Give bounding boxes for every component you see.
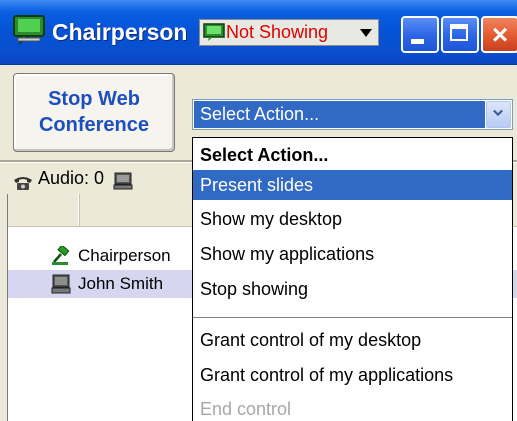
phone-icon	[12, 171, 34, 191]
menu-item-show-my-desktop[interactable]: Show my desktop	[193, 204, 512, 234]
monitor-icon	[203, 23, 225, 42]
dropdown-arrow-icon	[360, 29, 372, 37]
action-dropdown-list[interactable]: Select Action... Present slides Show my …	[192, 137, 513, 421]
show-status-dropdown[interactable]: Not Showing	[199, 19, 379, 46]
title-bar[interactable]: Chairperson Not Showing ×	[0, 0, 517, 65]
window-title: Chairperson	[52, 19, 188, 45]
minimize-icon	[411, 39, 424, 44]
close-button[interactable]: ×	[481, 16, 517, 53]
close-icon: ×	[491, 19, 509, 50]
audio-count-label: Audio: 0	[38, 168, 105, 188]
computer-icon	[50, 274, 72, 294]
menu-item-select-action[interactable]: Select Action...	[193, 140, 512, 170]
menu-item-present-slides[interactable]: Present slides	[193, 170, 512, 200]
action-select-dropdown-button[interactable]	[486, 101, 511, 128]
minimize-button[interactable]	[401, 16, 439, 53]
app-window: Chairperson Not Showing × Stop Web Confe…	[0, 0, 517, 421]
audio-status: Audio: 0	[12, 164, 202, 192]
menu-item-grant-control-desktop[interactable]: Grant control of my desktop	[193, 325, 512, 355]
menu-separator	[193, 317, 512, 318]
menu-item-stop-showing[interactable]: Stop showing	[193, 274, 512, 304]
maximize-icon	[450, 24, 468, 41]
menu-item-grant-control-applications[interactable]: Grant control of my applications	[193, 360, 512, 390]
chevron-down-icon	[493, 109, 503, 117]
gavel-icon	[50, 244, 72, 266]
computer-icon	[113, 170, 133, 190]
menu-item-show-my-applications[interactable]: Show my applications	[193, 239, 512, 269]
participant-name: Chairperson	[78, 246, 171, 265]
show-status-text: Not Showing	[226, 22, 329, 42]
maximize-button[interactable]	[441, 16, 479, 53]
monitor-chat-icon	[12, 14, 46, 46]
stop-web-conference-button[interactable]: Stop Web Conference	[13, 73, 175, 152]
menu-item-end-control: End control	[200, 399, 292, 419]
action-select[interactable]: Select Action...	[192, 99, 513, 130]
action-select-value: Select Action...	[194, 101, 485, 128]
participant-name: John Smith	[78, 274, 164, 293]
list-header-column[interactable]	[8, 194, 80, 226]
